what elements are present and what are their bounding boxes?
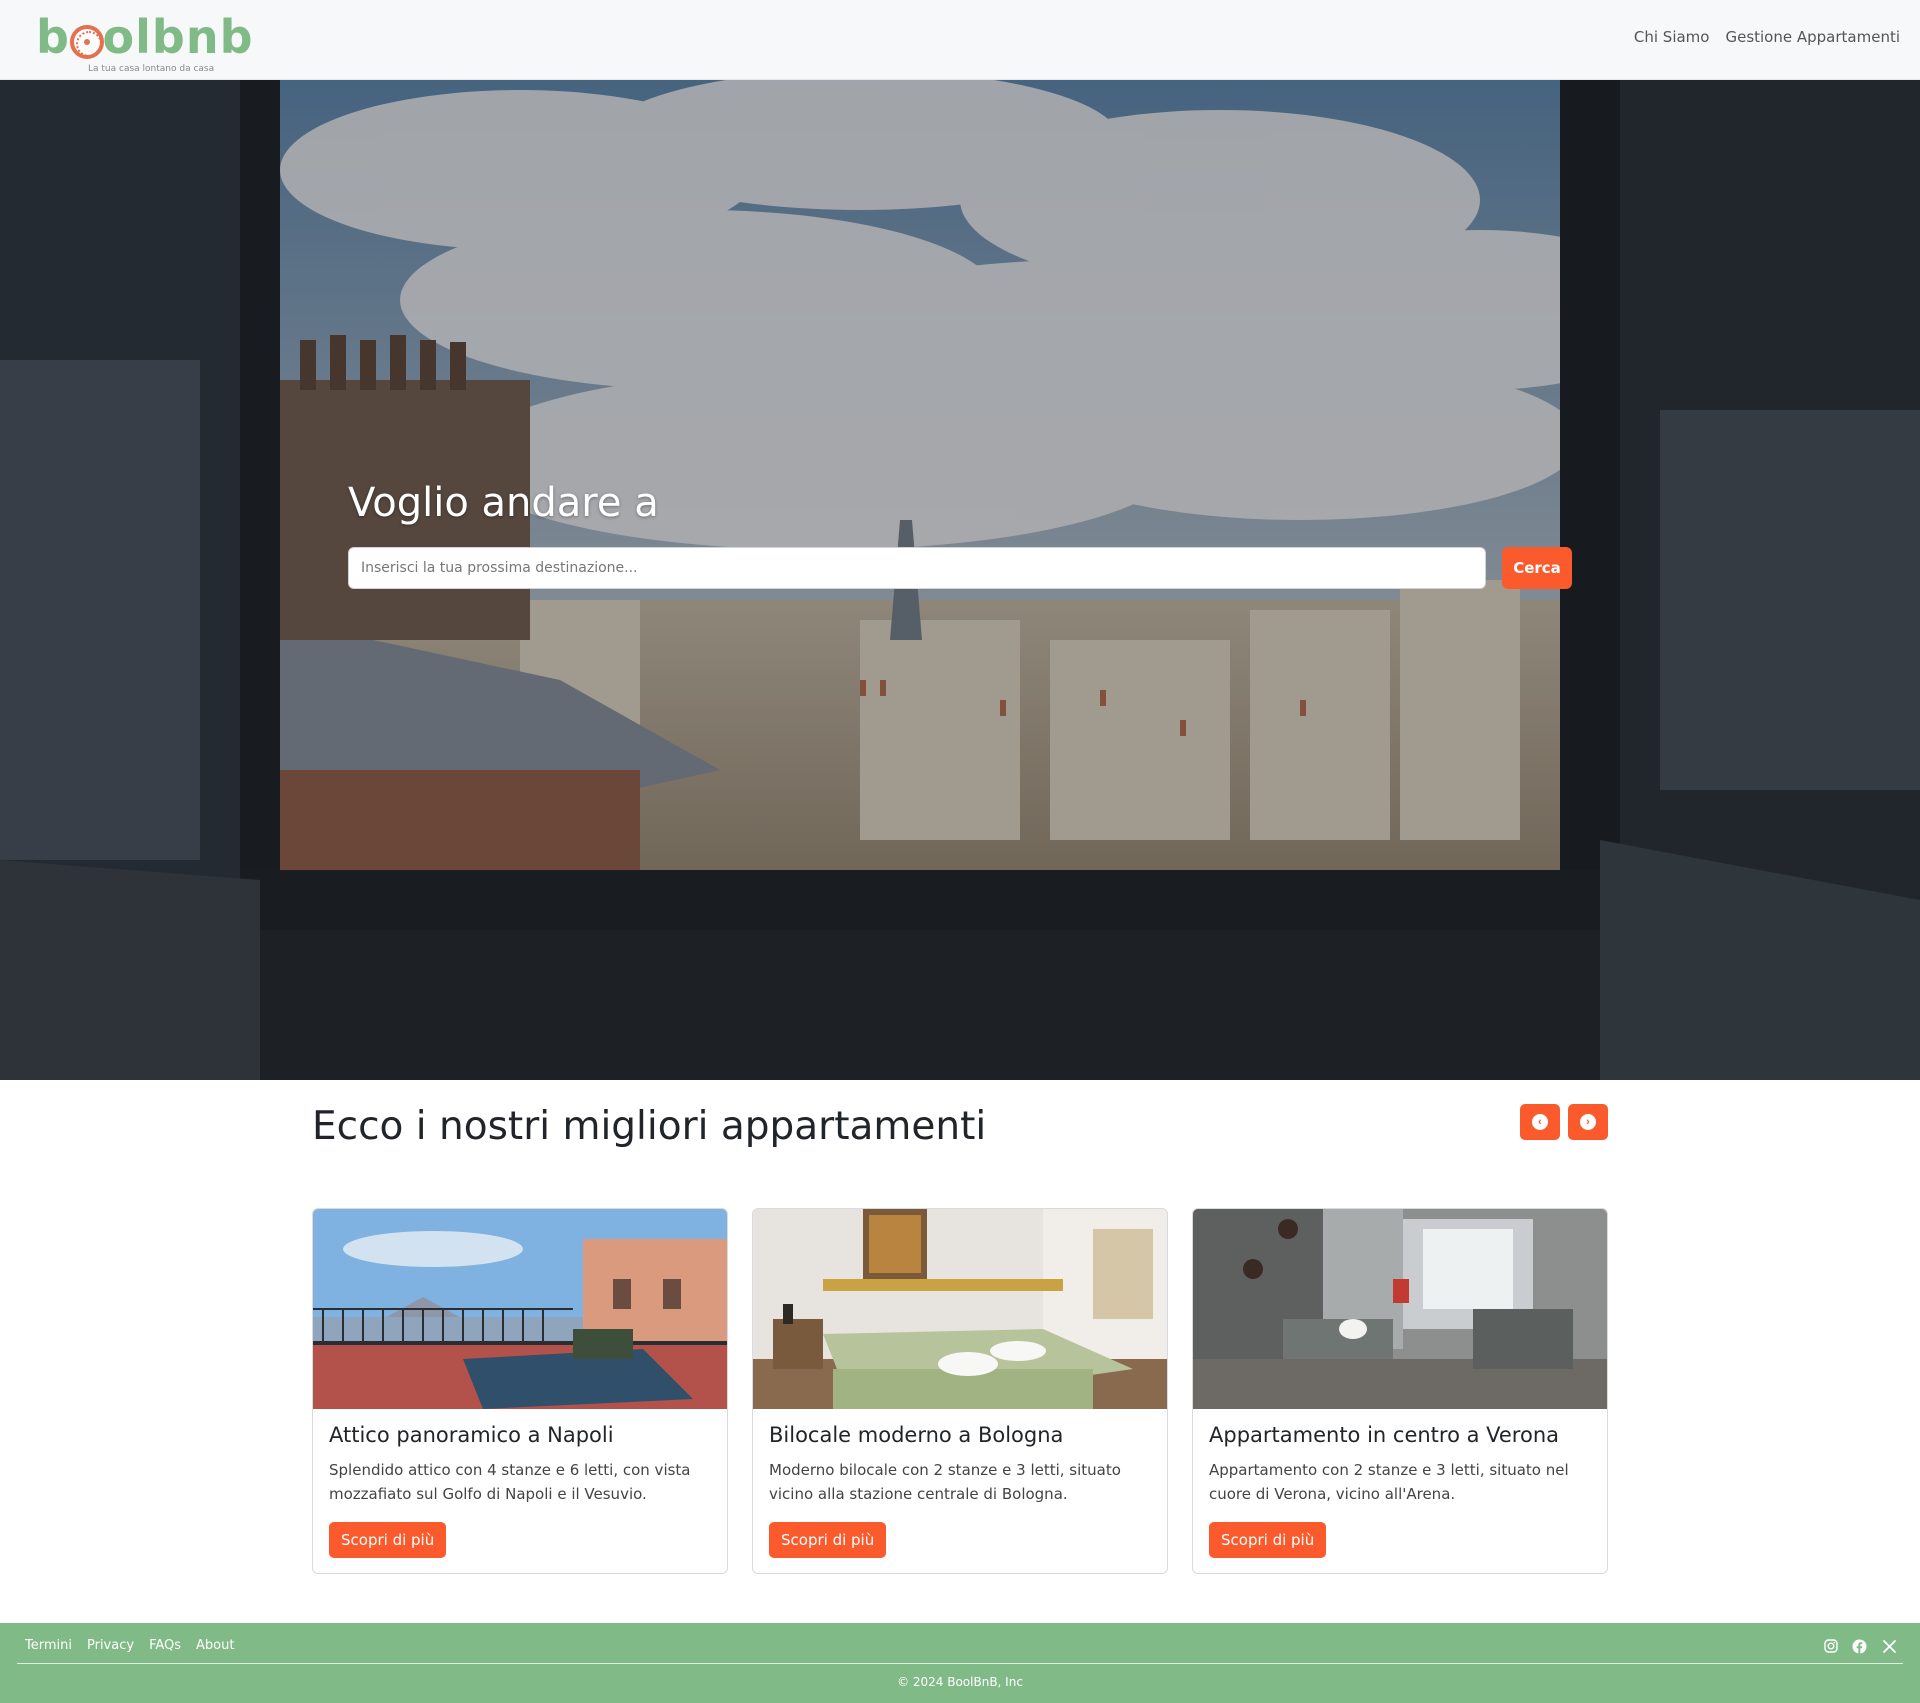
chevron-right-icon: › [1580, 1114, 1596, 1130]
apartment-photo [313, 1209, 727, 1409]
apartment-photo [1193, 1209, 1607, 1409]
logo-emblem-icon [70, 25, 104, 59]
footer: Termini Privacy FAQs About © 2024 BoolBn… [0, 1623, 1920, 1703]
apartment-description: Appartamento con 2 stanze e 3 letti, sit… [1209, 1461, 1569, 1503]
brand-logo[interactable]: boolbnb La tua casa lontano da casa [36, 10, 266, 74]
search-button[interactable]: Cerca [1502, 547, 1572, 589]
apartment-title: Attico panoramico a Napoli [329, 1423, 614, 1447]
apartment-title: Bilocale moderno a Bologna [769, 1423, 1064, 1447]
footer-links: Termini Privacy FAQs About [25, 1638, 234, 1653]
apartment-photo [753, 1209, 1167, 1409]
footer-link-privacy[interactable]: Privacy [87, 1638, 134, 1653]
footer-link-about[interactable]: About [196, 1638, 234, 1653]
apartment-description: Moderno bilocale con 2 stanze e 3 letti,… [769, 1461, 1121, 1503]
chevron-left-icon: ‹ [1532, 1114, 1548, 1130]
discover-more-button[interactable]: Scopri di più [329, 1522, 447, 1558]
nav-link-chi-siamo[interactable]: Chi Siamo [1634, 28, 1710, 46]
carousel-prev-button[interactable]: ‹ [1520, 1104, 1560, 1140]
apartment-title: Appartamento in centro a Verona [1209, 1423, 1559, 1447]
carousel-next-button[interactable]: › [1568, 1104, 1608, 1140]
hero-title: Voglio andare a [348, 480, 659, 526]
footer-link-faqs[interactable]: FAQs [149, 1638, 181, 1653]
logo-tagline: La tua casa lontano da casa [88, 64, 215, 74]
logo-wordmark: boolbnb [36, 10, 254, 64]
instagram-icon[interactable] [1822, 1637, 1840, 1655]
apartment-card: Appartamento in centro a Verona Appartam… [1192, 1208, 1608, 1574]
featured-section-title: Ecco i nostri migliori appartamenti [312, 1104, 987, 1149]
apartment-card: Bilocale moderno a Bologna Moderno biloc… [752, 1208, 1168, 1574]
footer-divider [17, 1663, 1903, 1664]
x-icon[interactable] [1880, 1637, 1898, 1655]
navbar: boolbnb La tua casa lontano da casa Chi … [0, 0, 1920, 80]
discover-more-button[interactable]: Scopri di più [1209, 1522, 1327, 1558]
discover-more-button[interactable]: Scopri di più [769, 1522, 887, 1558]
apartment-description: Splendido attico con 4 stanze e 6 letti,… [329, 1461, 691, 1503]
copyright-text: © 2024 BoolBnB, Inc [897, 1675, 1023, 1689]
hero-section: Voglio andare a Cerca [0, 80, 1920, 1080]
nav-links: Chi Siamo Gestione Appartamenti [1634, 28, 1900, 46]
apartment-card: Attico panoramico a Napoli Splendido att… [312, 1208, 728, 1574]
facebook-icon[interactable] [1850, 1637, 1868, 1655]
nav-link-gestione-appartamenti[interactable]: Gestione Appartamenti [1725, 28, 1900, 46]
destination-search-input[interactable] [348, 547, 1486, 589]
footer-link-termini[interactable]: Termini [25, 1638, 72, 1653]
